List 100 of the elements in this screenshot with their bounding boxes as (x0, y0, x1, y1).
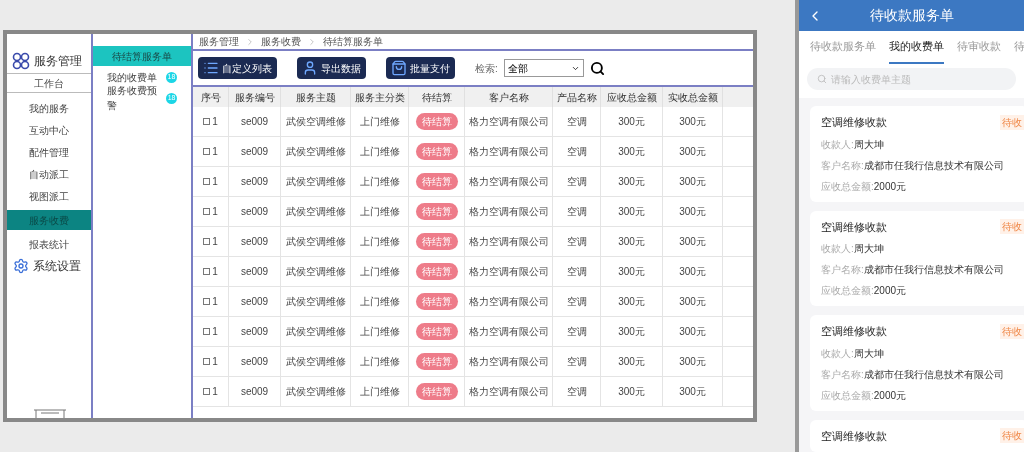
order-card[interactable]: 空调维修收款 待收 收款人:周大坤 客户名称:成都市任我行信息技术有限公司 应收总金额:2000元 (810, 106, 1024, 202)
breadcrumb-item[interactable]: 待结算服务单 (323, 34, 383, 49)
field-value: 周大坤 (853, 242, 884, 256)
field-label: 收款人: (821, 137, 854, 152)
table-cell-text: 上门维修 (359, 205, 400, 219)
sidebar-item[interactable]: 工作台 (7, 73, 91, 93)
table-cell-text: 300元 (679, 295, 706, 309)
search-icon (817, 74, 827, 84)
table-cell-text: 1 (212, 145, 218, 159)
table-cell-text: 空调 (566, 235, 587, 249)
field-value: 成都市任我行信息技术有限公司 (863, 367, 1004, 382)
user-icon (302, 60, 318, 76)
table-cell-text: 武侯空调维修 (285, 205, 346, 219)
table-cell-text: 空调 (566, 175, 587, 189)
table-cell-text: 空调 (566, 115, 587, 129)
sidebar-item[interactable]: 视图派工 (7, 186, 91, 206)
sidebar-item[interactable]: 报表统计 (7, 234, 91, 254)
subnav-item[interactable]: 我的收费单 (107, 69, 157, 85)
table-cell-text: 武侯空调维修 (285, 235, 346, 249)
settings-label[interactable]: 系统设置 (33, 257, 81, 275)
field-label: 客户名称: (821, 158, 864, 173)
column-header: 服务主题 (281, 87, 351, 107)
sidebar-item[interactable]: 配件管理 (7, 142, 91, 162)
table-cell-text: se009 (240, 325, 269, 339)
table-cell-text: 武侯空调维修 (285, 145, 346, 159)
table-cell-text: se009 (240, 295, 269, 309)
row-checkbox[interactable] (203, 268, 211, 275)
table-cell-text: 上门维修 (359, 295, 400, 309)
table-cell-text: 武侯空调维修 (285, 175, 346, 189)
table-cell-text: 格力空调有限公司 (468, 115, 549, 129)
field-value: 2000元 (873, 179, 907, 194)
table-cell-text: 300元 (618, 295, 645, 309)
search-label: 检索: (475, 61, 498, 76)
table-cell-text: se009 (240, 145, 269, 159)
table-cell-text: 1 (212, 205, 218, 219)
status-tag: 待收 (1000, 323, 1024, 339)
table-cell-text: 1 (212, 175, 218, 189)
column-header: 服务主分类 (351, 87, 409, 107)
table-cell-text: 300元 (679, 325, 706, 339)
row-checkbox[interactable] (203, 148, 211, 155)
toolbar-button[interactable]: 导出数据 (297, 57, 366, 79)
table-cell-text: 武侯空调维修 (285, 385, 346, 399)
field-label: 应收总金额: (821, 388, 874, 403)
sidebar-item[interactable]: 我的服务 (7, 98, 91, 118)
column-header: 服务编号 (229, 87, 281, 107)
table-cell-text: 空调 (566, 325, 587, 339)
table-cell-text: 空调 (566, 385, 587, 399)
filter-select[interactable]: 全部 (503, 59, 584, 77)
order-card[interactable]: 空调维修收款 待收 (810, 419, 1024, 452)
table-cell-text: 空调 (566, 265, 587, 279)
table-cell-text: se009 (240, 265, 269, 279)
row-checkbox[interactable] (203, 208, 211, 215)
row-checkbox[interactable] (203, 178, 211, 185)
table-cell-text: 300元 (679, 205, 706, 219)
column-header: 序号 (193, 87, 229, 107)
order-card[interactable]: 空调维修收款 待收 收款人:周大坤 客户名称:成都市任我行信息技术有限公司 应收总金额:2000元 (810, 210, 1024, 306)
sidebar-item[interactable]: 互动中心 (7, 120, 91, 140)
breadcrumb-item[interactable]: 服务收费 (261, 34, 301, 49)
sidebar-item[interactable]: 自动派工 (7, 164, 91, 184)
card-title: 空调维修收款 (821, 324, 887, 339)
status-badge: 待结算 (415, 233, 458, 250)
table-cell-text: 格力空调有限公司 (468, 295, 549, 309)
table-cell-text: 格力空调有限公司 (468, 355, 549, 369)
subnav-item[interactable]: 服务收费预警 (107, 83, 167, 113)
table-cell-text: 1 (212, 115, 218, 129)
subnav-header[interactable]: 待结算服务单 (93, 46, 191, 66)
row-checkbox[interactable] (203, 118, 211, 125)
bag-icon (391, 60, 407, 76)
table-cell-text: 空调 (566, 355, 587, 369)
row-checkbox[interactable] (203, 388, 211, 395)
toolbar-button[interactable]: 批量支付 (386, 57, 455, 79)
table-cell-text: 300元 (679, 145, 706, 159)
row-checkbox[interactable] (203, 358, 211, 365)
field-value: 2000元 (873, 284, 907, 298)
list-icon (203, 60, 219, 76)
breadcrumb-item[interactable]: 服务管理 (199, 34, 239, 49)
table-cell-text: 格力空调有限公司 (468, 385, 549, 399)
field-label: 应收总金额: (821, 284, 874, 298)
column-header: 应收总金额 (601, 87, 663, 107)
search-icon[interactable] (589, 60, 605, 76)
sidebar-title: 服务管理 (34, 53, 82, 70)
table-cell-text: 300元 (679, 175, 706, 189)
table-cell-text: se009 (240, 205, 269, 219)
table-cell-text: 格力空调有限公司 (468, 175, 549, 189)
table-cell-text: 1 (212, 265, 218, 279)
field-label: 客户名称: (821, 263, 864, 277)
order-card[interactable]: 空调维修收款 待收 收款人:周大坤 客户名称:成都市任我行信息技术有限公司 应收总金额:2000元 (810, 315, 1024, 411)
table-cell-text: 空调 (566, 205, 587, 219)
status-tag: 待收 (1000, 428, 1024, 444)
row-checkbox[interactable] (203, 328, 211, 335)
table-cell-text: 格力空调有限公司 (468, 205, 549, 219)
table-cell-text: 上门维修 (359, 265, 400, 279)
stamp-drawing (33, 408, 67, 418)
table-cell-text: se009 (240, 235, 269, 249)
row-checkbox[interactable] (203, 238, 211, 245)
table-cell-text: 300元 (618, 115, 645, 129)
field-label: 收款人: (821, 346, 854, 361)
row-checkbox[interactable] (203, 298, 211, 305)
toolbar-button[interactable]: 自定义列表 (198, 57, 277, 79)
table-cell-text: 上门维修 (359, 325, 400, 339)
